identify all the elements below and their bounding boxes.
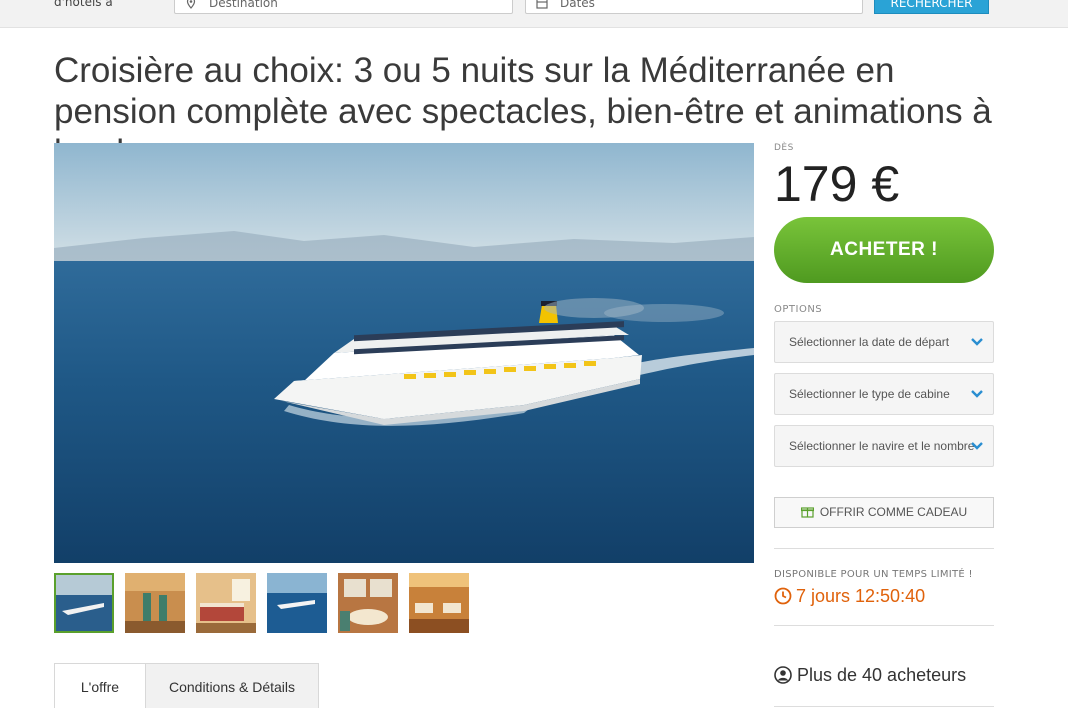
chevron-down-icon	[971, 442, 983, 450]
countdown-value: 7 jours 12:50:40	[796, 586, 926, 606]
thumbnail-restaurant-table[interactable]	[338, 573, 398, 633]
map-pin-icon	[186, 0, 196, 9]
search-button[interactable]: RECHERCHER	[874, 0, 989, 14]
divider	[774, 625, 994, 626]
price: 179 €	[774, 156, 900, 212]
ship-count-select[interactable]: Sélectionner le navire et le nombre	[774, 425, 994, 467]
price-prefix: DÈS	[774, 143, 794, 153]
main-deal-image[interactable]	[54, 143, 754, 563]
departure-date-select[interactable]: Sélectionner la date de départ	[774, 321, 994, 363]
top-search-bar: d'hôtels à Destination Dates RECHERCHER	[0, 0, 1068, 28]
dates-placeholder: Dates	[560, 0, 595, 10]
availability-label: DISPONIBLE POUR UN TEMPS LIMITÉ !	[774, 569, 973, 580]
ship-count-select-label: Sélectionner le navire et le nombre	[789, 439, 975, 453]
buyers-count: Plus de 40 acheteurs	[774, 665, 966, 686]
thumbnail-dining-hall[interactable]	[409, 573, 469, 633]
options-label: OPTIONS	[774, 304, 823, 315]
chevron-down-icon	[971, 390, 983, 398]
thumbnail-cabin-room[interactable]	[196, 573, 256, 633]
tab-conditions[interactable]: Conditions & Détails	[145, 663, 319, 708]
gift-icon	[800, 507, 814, 518]
buy-button[interactable]: ACHETER !	[774, 217, 994, 283]
buyers-text: Plus de 40 acheteurs	[797, 665, 967, 685]
clock-icon	[774, 587, 792, 605]
divider	[774, 548, 994, 549]
calendar-icon	[536, 0, 548, 9]
countdown-timer: 7 jours 12:50:40	[774, 586, 925, 607]
thumbnail-ship-sea[interactable]	[267, 573, 327, 633]
cabin-type-select-label: Sélectionner le type de cabine	[789, 387, 950, 401]
destination-input[interactable]: Destination	[174, 0, 513, 14]
destination-placeholder: Destination	[209, 0, 278, 10]
buyers-icon	[774, 665, 792, 684]
gift-label: OFFRIR COMME CADEAU	[819, 505, 968, 519]
tab-offer[interactable]: L'offre	[54, 663, 146, 708]
cruise-ship-photo	[54, 143, 754, 563]
cabin-type-select[interactable]: Sélectionner le type de cabine	[774, 373, 994, 415]
departure-date-select-label: Sélectionner la date de départ	[789, 335, 950, 349]
chevron-down-icon	[971, 338, 983, 346]
hotel-label: d'hôtels à	[54, 0, 113, 9]
divider	[774, 706, 994, 707]
gift-button[interactable]: OFFRIR COMME CADEAU	[774, 497, 994, 528]
dates-input[interactable]: Dates	[525, 0, 863, 14]
thumbnail-lobby-sculpture[interactable]	[125, 573, 185, 633]
thumbnail-ship-aerial[interactable]	[54, 573, 114, 633]
